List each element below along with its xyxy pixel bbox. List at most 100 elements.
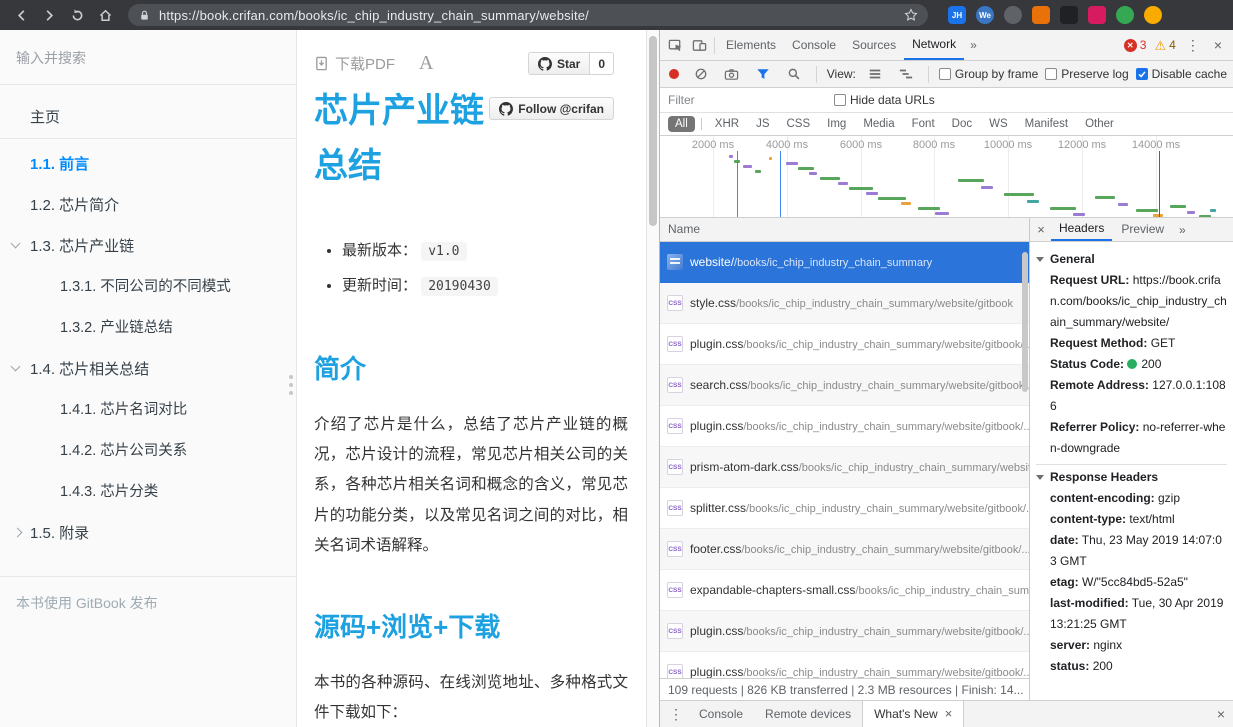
close-tab-icon[interactable]: × — [945, 701, 953, 727]
search-icon[interactable] — [782, 62, 806, 86]
checkbox-unchecked — [834, 94, 846, 106]
tab-network[interactable]: Network — [904, 30, 965, 60]
drawer-tab-console[interactable]: Console — [688, 701, 754, 727]
filter-pill-all[interactable]: All — [668, 116, 695, 132]
tab-elements[interactable]: Elements — [718, 30, 784, 60]
page-scrollbar[interactable] — [646, 30, 660, 727]
sidebar-item-1-4-2[interactable]: 1.4.2. 芯片公司关系 — [0, 431, 296, 472]
sidebar-item-1-3-1[interactable]: 1.3.1. 不同公司的不同模式 — [0, 267, 296, 308]
inspect-element-icon[interactable] — [663, 33, 687, 57]
clear-icon[interactable] — [689, 62, 713, 86]
view-list-icon[interactable] — [863, 62, 887, 86]
extension-icon-orange[interactable] — [1032, 6, 1050, 24]
sidebar-item-1-4-3[interactable]: 1.4.3. 芯片分类 — [0, 472, 296, 513]
general-section-title[interactable]: General — [1036, 247, 1227, 270]
filter-pill-font[interactable]: Font — [905, 116, 942, 132]
download-pdf-label: 下载PDF — [335, 55, 396, 73]
console-warning-badge[interactable]: ⚠ 4 — [1154, 38, 1175, 52]
table-row[interactable]: CSS expandable-chapters-small.css/books/… — [660, 570, 1029, 611]
table-row[interactable]: CSS plugin.css/books/ic_chip_industry_ch… — [660, 324, 1029, 365]
table-row[interactable]: CSS plugin.css/books/ic_chip_industry_ch… — [660, 406, 1029, 447]
filter-pill-media[interactable]: Media — [856, 116, 901, 132]
more-tabs-chevron[interactable]: » — [964, 38, 983, 52]
capture-screenshots-icon[interactable] — [720, 62, 744, 86]
filter-funnel-icon[interactable] — [751, 62, 775, 86]
extension-icon-green[interactable] — [1116, 6, 1134, 24]
sidebar-item-1-2[interactable]: 1.2. 芯片简介 — [0, 185, 296, 226]
extension-icon-we[interactable]: We — [976, 6, 994, 24]
disable-cache-checkbox[interactable]: Disable cache — [1135, 67, 1227, 81]
sidebar-item-1-4-1[interactable]: 1.4.1. 芯片名词对比 — [0, 390, 296, 431]
waterfall-bar — [728, 155, 733, 158]
font-settings-button[interactable]: A — [419, 52, 433, 75]
network-overview[interactable]: 2000 ms 4000 ms 6000 ms 8000 ms 10000 ms… — [660, 136, 1233, 218]
devtools-close-icon[interactable]: × — [1210, 37, 1226, 53]
extension-icon-jh[interactable]: JH — [948, 6, 966, 24]
tab-sources[interactable]: Sources — [844, 30, 904, 60]
filter-pill-other[interactable]: Other — [1078, 116, 1121, 132]
filter-pill-doc[interactable]: Doc — [945, 116, 979, 132]
back-button[interactable] — [10, 4, 32, 26]
sidebar-item-1-1[interactable]: 1.1. 前言 — [0, 144, 296, 185]
drawer-close-icon[interactable]: × — [1213, 706, 1229, 722]
filter-pill-xhr[interactable]: XHR — [708, 116, 746, 132]
github-star-count[interactable]: 0 — [590, 52, 614, 75]
view-waterfall-icon[interactable] — [894, 62, 918, 86]
tab-preview[interactable]: Preview — [1113, 218, 1172, 241]
filter-pill-manifest[interactable]: Manifest — [1018, 116, 1075, 132]
more-tabs-chevron[interactable]: » — [1173, 223, 1192, 237]
table-row[interactable]: CSS search.css/books/ic_chip_industry_ch… — [660, 365, 1029, 406]
sidebar-item-1-4[interactable]: 1.4. 芯片相关总结 — [0, 349, 296, 390]
sidebar-item-1-5[interactable]: 1.5. 附录 — [0, 513, 296, 554]
table-row[interactable]: CSS style.css/books/ic_chip_industry_cha… — [660, 283, 1029, 324]
request-list-scrollbar[interactable] — [1022, 252, 1028, 392]
address-bar[interactable]: https://book.crifan.com/books/ic_chip_in… — [128, 4, 928, 26]
search-input[interactable] — [16, 50, 280, 66]
github-star-button[interactable]: Star — [527, 52, 591, 75]
table-row[interactable]: CSS plugin.css/books/ic_chip_industry_ch… — [660, 652, 1029, 678]
extension-icon-gear[interactable] — [1004, 6, 1022, 24]
sidebar-resize-grip[interactable] — [289, 375, 293, 379]
drawer-menu-icon[interactable]: ⋮ — [664, 702, 688, 726]
preserve-log-checkbox[interactable]: Preserve log — [1045, 67, 1129, 81]
table-row[interactable]: CSS prism-atom-dark.css/books/ic_chip_in… — [660, 447, 1029, 488]
home-button[interactable] — [94, 4, 116, 26]
reload-button[interactable] — [66, 4, 88, 26]
drawer-tab-remote-devices[interactable]: Remote devices — [754, 701, 862, 727]
filter-pill-css[interactable]: CSS — [779, 116, 817, 132]
filter-pill-img[interactable]: Img — [820, 116, 853, 132]
request-name: search.css — [690, 378, 748, 392]
group-by-frame-checkbox[interactable]: Group by frame — [938, 67, 1038, 81]
drawer-tab-whats-new[interactable]: What's New × — [862, 700, 965, 727]
extension-icon-pink[interactable] — [1088, 6, 1106, 24]
hide-data-urls-checkbox[interactable]: Hide data URLs — [834, 93, 935, 107]
extension-icon-qr[interactable] — [1060, 6, 1078, 24]
waterfall-bar — [1095, 196, 1116, 199]
download-pdf-button[interactable]: 下载PDF — [314, 53, 395, 74]
devtools-menu-icon[interactable]: ⋮ — [1184, 37, 1202, 54]
console-error-badge[interactable]: ✕ 3 — [1123, 38, 1146, 52]
sidebar-item-home[interactable]: 主页 — [0, 97, 296, 139]
table-row[interactable]: CSS splitter.css/books/ic_chip_industry_… — [660, 488, 1029, 529]
filter-pill-ws[interactable]: WS — [982, 116, 1015, 132]
record-button[interactable] — [669, 69, 679, 79]
sidebar-item-1-3[interactable]: 1.3. 芯片产业链 — [0, 226, 296, 267]
table-row[interactable]: CSS footer.css/books/ic_chip_industry_ch… — [660, 529, 1029, 570]
forward-button[interactable] — [38, 4, 60, 26]
network-filter-input[interactable] — [668, 93, 818, 107]
table-row[interactable]: website//books/ic_chip_industry_chain_su… — [660, 242, 1029, 283]
table-row[interactable]: CSS plugin.css/books/ic_chip_industry_ch… — [660, 611, 1029, 652]
device-toolbar-icon[interactable] — [687, 33, 711, 57]
details-tabbar: × Headers Preview » — [1030, 218, 1233, 242]
filter-pill-js[interactable]: JS — [749, 116, 776, 132]
bookmark-star-icon[interactable] — [904, 8, 918, 22]
github-follow-button[interactable]: Follow @crifan — [489, 97, 614, 120]
sidebar-item-1-3-2[interactable]: 1.3.2. 产业链总结 — [0, 308, 296, 349]
column-header-name[interactable]: Name — [660, 218, 1029, 242]
tab-headers[interactable]: Headers — [1051, 218, 1113, 241]
close-details-icon[interactable]: × — [1032, 222, 1050, 237]
profile-avatar[interactable] — [1144, 6, 1162, 24]
tab-console[interactable]: Console — [784, 30, 844, 60]
response-headers-title[interactable]: Response Headers — [1036, 465, 1227, 488]
scrollbar-thumb[interactable] — [649, 36, 657, 226]
